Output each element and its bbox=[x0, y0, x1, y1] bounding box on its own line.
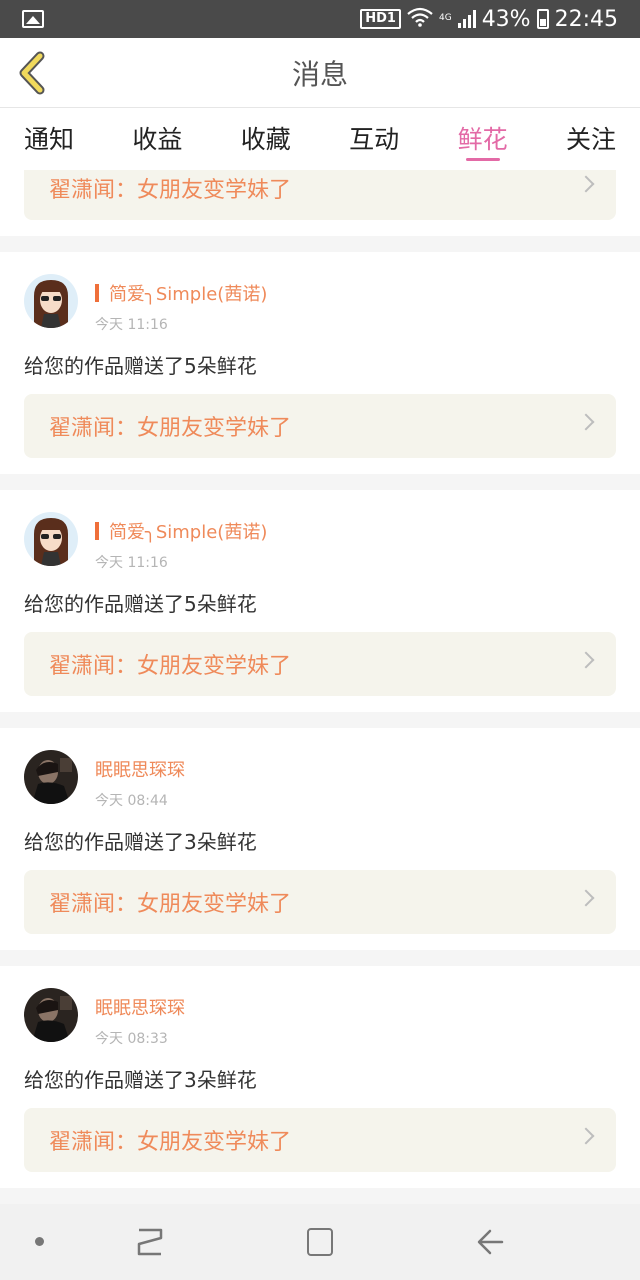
clock: 22:45 bbox=[554, 6, 618, 32]
hd-badge: HD1 bbox=[360, 9, 401, 29]
timestamp: 今天 11:16 bbox=[95, 317, 168, 333]
message-text: 给您的作品赠送了3朵鲜花 bbox=[24, 1068, 257, 1092]
username[interactable]: 眠眠思琛琛 bbox=[95, 994, 185, 1020]
message-card: 简爱╮Simple(茜诺) 今天 11:16 给您的作品赠送了5朵鲜花 翟潇闻：… bbox=[0, 490, 640, 712]
work-link[interactable]: 翟潇闻：女朋友变学妹了 bbox=[24, 1108, 616, 1172]
timestamp: 今天 08:33 bbox=[95, 1031, 168, 1047]
avatar[interactable] bbox=[24, 274, 78, 328]
message-feed: 翟潇闻：女朋友变学妹了 简爱╮Simple(茜诺) 今天 11:16 给您的作品… bbox=[0, 170, 640, 1204]
work-link[interactable]: 翟潇闻：女朋友变学妹了 bbox=[24, 170, 616, 220]
back-arrow-icon[interactable] bbox=[12, 50, 56, 96]
network-type: 4G bbox=[438, 12, 452, 23]
partial-message-card: 翟潇闻：女朋友变学妹了 bbox=[0, 170, 640, 236]
avatar[interactable] bbox=[24, 988, 78, 1042]
username[interactable]: 简爱╮Simple(茜诺) bbox=[109, 518, 267, 544]
system-nav-bar bbox=[0, 1204, 640, 1280]
avatar[interactable] bbox=[24, 750, 78, 804]
username[interactable]: 简爱╮Simple(茜诺) bbox=[109, 280, 267, 306]
tab-flowers[interactable]: 鲜花 bbox=[458, 108, 508, 170]
wifi-icon bbox=[407, 7, 433, 32]
work-title: 翟潇闻：女朋友变学妹了 bbox=[49, 654, 292, 679]
message-text: 给您的作品赠送了5朵鲜花 bbox=[24, 592, 257, 616]
home-icon[interactable] bbox=[307, 1228, 333, 1256]
tab-favorites[interactable]: 收藏 bbox=[241, 108, 291, 170]
avatar[interactable] bbox=[24, 512, 78, 566]
chevron-right-icon bbox=[577, 413, 595, 431]
chevron-right-icon bbox=[577, 175, 595, 193]
user-badge-icon bbox=[95, 522, 99, 540]
battery-icon bbox=[536, 9, 549, 29]
username[interactable]: 眠眠思琛琛 bbox=[95, 756, 185, 782]
work-link[interactable]: 翟潇闻：女朋友变学妹了 bbox=[24, 394, 616, 458]
page-title: 消息 bbox=[291, 57, 348, 91]
signal-icon bbox=[457, 10, 476, 28]
back-icon[interactable] bbox=[474, 1226, 506, 1258]
work-title: 翟潇闻：女朋友变学妹了 bbox=[49, 178, 292, 203]
message-card: 眠眠思琛琛 今天 08:44 给您的作品赠送了3朵鲜花 翟潇闻：女朋友变学妹了 bbox=[0, 728, 640, 950]
battery-percent: 43% bbox=[481, 6, 531, 32]
chevron-right-icon bbox=[577, 889, 595, 907]
message-text: 给您的作品赠送了5朵鲜花 bbox=[24, 354, 257, 378]
work-title: 翟潇闻：女朋友变学妹了 bbox=[49, 892, 292, 917]
recent-apps-icon[interactable] bbox=[135, 1226, 165, 1258]
status-bar: HD1 4G 43% 22:45 bbox=[0, 0, 640, 38]
app-header: 消息 bbox=[0, 38, 640, 108]
tab-notifications[interactable]: 通知 bbox=[24, 108, 74, 170]
timestamp: 今天 11:16 bbox=[95, 555, 168, 571]
tab-bar: 通知 收益 收藏 互动 鲜花 关注 bbox=[0, 108, 640, 170]
work-title: 翟潇闻：女朋友变学妹了 bbox=[49, 1130, 292, 1155]
tab-earnings[interactable]: 收益 bbox=[132, 108, 182, 170]
work-link[interactable]: 翟潇闻：女朋友变学妹了 bbox=[24, 870, 616, 934]
chevron-right-icon bbox=[577, 1127, 595, 1145]
message-card: 眠眠思琛琛 今天 08:33 给您的作品赠送了3朵鲜花 翟潇闻：女朋友变学妹了 bbox=[0, 966, 640, 1188]
work-title: 翟潇闻：女朋友变学妹了 bbox=[49, 416, 292, 441]
timestamp: 今天 08:44 bbox=[95, 793, 168, 809]
message-text: 给您的作品赠送了3朵鲜花 bbox=[24, 830, 257, 854]
dot-icon[interactable] bbox=[35, 1237, 44, 1246]
chevron-right-icon bbox=[577, 651, 595, 669]
tab-follows[interactable]: 关注 bbox=[566, 108, 616, 170]
message-card: 简爱╮Simple(茜诺) 今天 11:16 给您的作品赠送了5朵鲜花 翟潇闻：… bbox=[0, 252, 640, 474]
work-link[interactable]: 翟潇闻：女朋友变学妹了 bbox=[24, 632, 616, 696]
tab-interactions[interactable]: 互动 bbox=[349, 108, 399, 170]
image-icon bbox=[22, 10, 44, 28]
user-badge-icon bbox=[95, 284, 99, 302]
